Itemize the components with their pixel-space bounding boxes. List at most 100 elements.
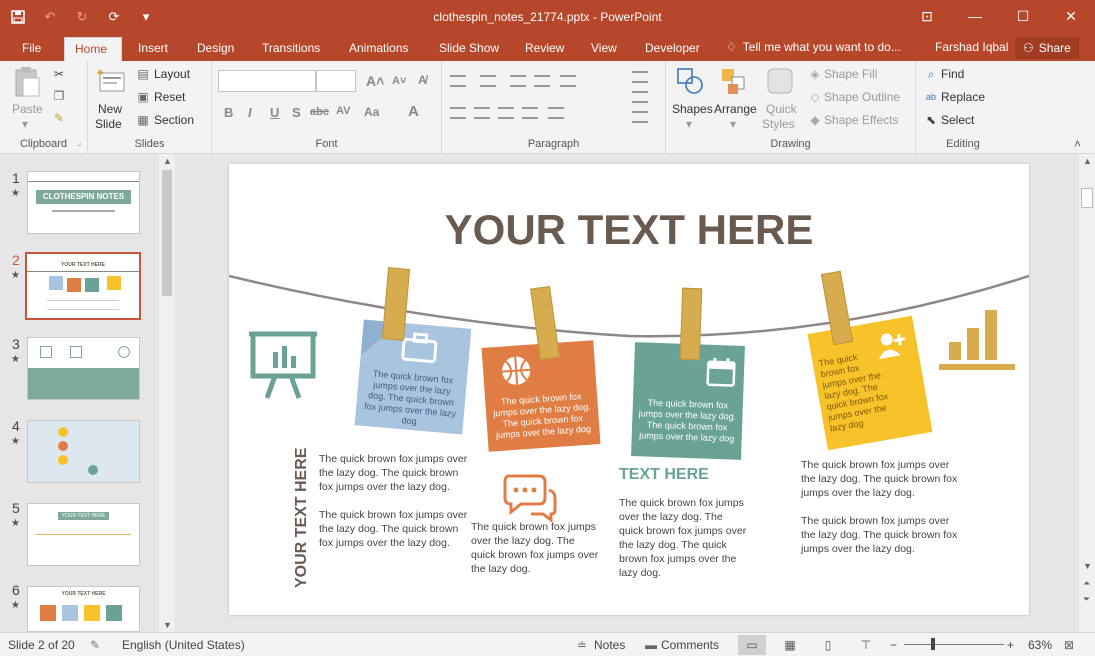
arrange-button[interactable]: Arrange <box>714 102 757 116</box>
right-paragraph-1[interactable]: The quick brown fox jumps over the lazy … <box>801 458 961 500</box>
line-spacing-icon[interactable] <box>560 75 576 87</box>
arrange-icon[interactable] <box>718 65 750 97</box>
notes-button[interactable]: Notes <box>594 638 625 652</box>
bold-button[interactable]: B <box>224 105 233 120</box>
left-paragraph-1[interactable]: The quick brown fox jumps over the lazy … <box>319 452 473 494</box>
close-button[interactable]: ✕ <box>1047 0 1095 32</box>
character-spacing-button[interactable]: AV <box>336 105 350 117</box>
scroll-down-icon[interactable]: ▼ <box>1083 561 1092 571</box>
right-paragraph-2[interactable]: The quick brown fox jumps over the lazy … <box>801 514 961 556</box>
shapes-dropdown-icon[interactable]: ▾ <box>686 117 692 131</box>
user-name[interactable]: Farshad Iqbal <box>935 40 1008 54</box>
redo-icon[interactable]: ↻ <box>70 6 94 28</box>
font-name-combo[interactable] <box>218 70 316 92</box>
reading-view-button[interactable]: ▯ <box>814 635 842 655</box>
tab-insert[interactable]: Insert <box>128 37 178 61</box>
zoom-in-button[interactable]: + <box>1007 638 1014 652</box>
shape-fill-button[interactable]: Shape Fill <box>824 67 877 81</box>
slide-sorter-button[interactable]: ▦ <box>776 635 804 655</box>
tab-animations[interactable]: Animations <box>339 37 418 61</box>
clipboard-launcher-icon[interactable]: ⌟ <box>77 137 81 148</box>
tab-slide-show[interactable]: Slide Show <box>429 37 509 61</box>
next-slide-icon[interactable]: ⏷ <box>1083 594 1090 605</box>
reset-button[interactable]: Reset <box>154 90 185 104</box>
shape-outline-button[interactable]: Shape Outline <box>824 90 900 104</box>
scroll-down-icon[interactable]: ▼ <box>163 620 172 630</box>
tab-review[interactable]: Review <box>515 37 574 61</box>
grow-font-icon[interactable]: A˄ <box>366 73 384 89</box>
align-right-icon[interactable] <box>498 107 514 119</box>
tab-design[interactable]: Design <box>187 37 244 61</box>
paste-button[interactable]: Paste <box>12 102 43 116</box>
slide-thumbnail-6[interactable]: YOUR TEXT HERE <box>27 586 140 632</box>
zoom-percent[interactable]: 63% <box>1028 638 1052 652</box>
thumbnails-scroll-thumb[interactable] <box>162 170 172 296</box>
shapes-button[interactable]: Shapes <box>672 102 713 116</box>
align-left-icon[interactable] <box>450 107 466 119</box>
increase-indent-icon[interactable] <box>534 75 550 87</box>
clear-format-icon[interactable]: A̸ <box>418 73 427 87</box>
minimize-button[interactable]: — <box>951 0 999 32</box>
tell-me-box[interactable]: ♢ Tell me what you want to do... <box>726 40 901 54</box>
replace-button[interactable]: Replace <box>941 90 985 104</box>
change-case-button[interactable]: Aa <box>364 105 379 119</box>
text-direction-icon[interactable] <box>632 71 648 83</box>
slide-thumbnail-5[interactable]: YOUR TEXT HERE <box>27 503 140 566</box>
layout-button[interactable]: Layout <box>154 67 190 81</box>
strikethrough-button[interactable]: abc <box>310 106 329 118</box>
quick-styles-label-1[interactable]: Quick <box>766 102 797 116</box>
thumbnails-scrollbar[interactable]: ▲ ▼ <box>159 154 175 632</box>
note-blue[interactable]: The quick brown fox jumps over the lazy … <box>354 319 472 435</box>
quick-styles-icon[interactable] <box>764 65 796 97</box>
align-center-icon[interactable] <box>474 107 490 119</box>
teal-heading[interactable]: TEXT HERE <box>619 466 709 484</box>
cut-icon[interactable]: ✂ <box>50 65 68 83</box>
editor-scroll-thumb[interactable] <box>1081 188 1093 208</box>
italic-button[interactable]: I <box>248 105 252 120</box>
fit-to-window-icon[interactable]: ⊠ <box>1064 638 1074 652</box>
zoom-out-button[interactable]: − <box>890 638 897 652</box>
new-slide-label-1[interactable]: New <box>98 102 122 116</box>
zoom-slider[interactable] <box>904 638 1004 650</box>
tab-transitions[interactable]: Transitions <box>252 37 330 61</box>
tab-view[interactable]: View <box>581 37 627 61</box>
normal-view-button[interactable]: ▭ <box>738 635 766 655</box>
save-icon[interactable] <box>6 6 30 28</box>
teal-paragraph[interactable]: The quick brown fox jumps over the lazy … <box>619 496 749 580</box>
note-yellow[interactable]: The quick brown fox jumps over the lazy … <box>807 315 933 451</box>
language-indicator[interactable]: English (United States) <box>122 638 245 652</box>
paste-dropdown-icon[interactable]: ▾ <box>22 117 28 131</box>
new-slide-label-2[interactable]: Slide <box>95 117 122 131</box>
shape-effects-button[interactable]: Shape Effects <box>824 113 899 127</box>
section-button[interactable]: Section <box>154 113 194 127</box>
slide-thumbnail-1[interactable]: CLOTHESPIN NOTES <box>27 171 140 234</box>
justify-icon[interactable] <box>522 107 538 119</box>
numbering-icon[interactable] <box>480 75 496 87</box>
undo-icon[interactable]: ↶ <box>38 6 62 28</box>
scroll-up-icon[interactable]: ▲ <box>163 156 172 166</box>
arrange-dropdown-icon[interactable]: ▾ <box>730 117 736 131</box>
slide-show-button[interactable]: ⊤ <box>852 635 880 655</box>
underline-button[interactable]: U <box>270 105 279 120</box>
spell-check-icon[interactable]: ✎ <box>90 638 100 652</box>
maximize-button[interactable]: ☐ <box>999 0 1047 32</box>
collapse-ribbon-icon[interactable]: ˄ <box>1074 137 1081 151</box>
bullets-icon[interactable] <box>450 75 466 87</box>
comments-button[interactable]: Comments <box>661 638 719 652</box>
editor-scrollbar[interactable]: ▲ ▼ ⏶ ⏷ <box>1079 154 1095 632</box>
slide-thumbnail-3[interactable] <box>27 337 140 400</box>
center-paragraph[interactable]: The quick brown fox jumps over the lazy … <box>471 520 601 576</box>
find-button[interactable]: Find <box>941 67 964 81</box>
ribbon-display-options-icon[interactable]: ⊡ <box>903 0 951 32</box>
select-button[interactable]: Select <box>941 113 974 127</box>
copy-icon[interactable]: ❐ <box>50 87 68 105</box>
previous-slide-icon[interactable]: ⏶ <box>1083 578 1090 589</box>
shadow-text-button[interactable]: S <box>292 105 301 120</box>
zoom-slider-thumb[interactable] <box>931 638 936 650</box>
decrease-indent-icon[interactable] <box>510 75 526 87</box>
format-painter-icon[interactable]: ✎ <box>50 109 68 127</box>
scroll-up-icon[interactable]: ▲ <box>1083 156 1092 166</box>
quick-styles-label-2[interactable]: Styles <box>762 117 795 131</box>
vertical-title[interactable]: YOUR TEXT HERE <box>293 448 311 588</box>
shapes-icon[interactable] <box>674 65 706 97</box>
